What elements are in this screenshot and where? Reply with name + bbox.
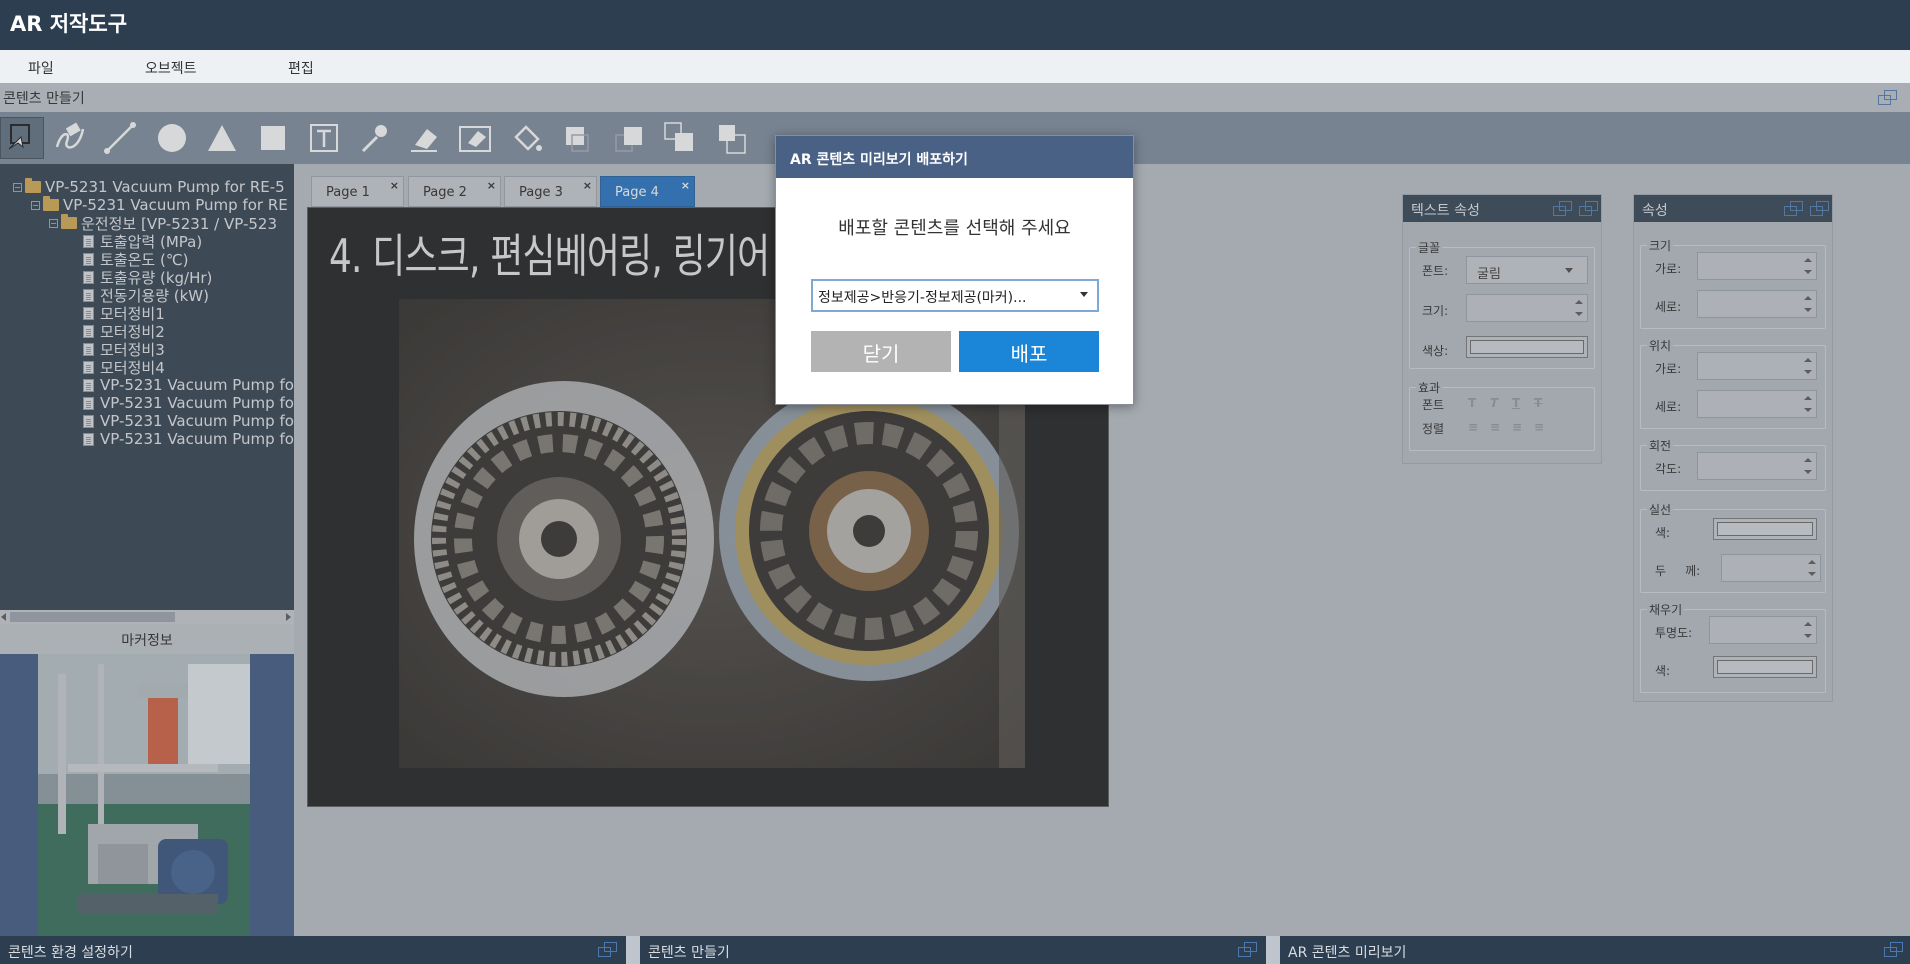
restore-panel-icon[interactable] xyxy=(1884,942,1904,958)
deploy-button[interactable]: 배포 xyxy=(959,331,1099,372)
app-titlebar: AR 저작도구 xyxy=(0,0,1910,50)
app-title: AR 저작도구 xyxy=(10,12,128,36)
dialog-message: 배포할 콘텐츠를 선택해 주세요 xyxy=(838,218,1071,239)
bottom-panel-env[interactable]: 콘텐츠 환경 설정하기 xyxy=(0,936,626,964)
menu-edit[interactable]: 편집 xyxy=(288,58,314,78)
bottom-panel-preview[interactable]: AR 콘텐츠 미리보기 xyxy=(1280,936,1910,964)
chevron-down-icon xyxy=(1080,292,1088,297)
close-button[interactable]: 닫기 xyxy=(811,331,951,372)
restore-panel-icon[interactable] xyxy=(1238,942,1258,958)
menu-bar: 파일 오브젝트 편집 xyxy=(0,50,1910,83)
bottom-bar: 콘텐츠 환경 설정하기 콘텐츠 만들기 AR 콘텐츠 미리보기 xyxy=(0,936,1910,964)
dialog-title: AR 콘텐츠 미리보기 배포하기 xyxy=(776,136,1133,178)
restore-panel-icon[interactable] xyxy=(598,942,618,958)
menu-object[interactable]: 오브젝트 xyxy=(145,58,197,78)
bottom-panel-create[interactable]: 콘텐츠 만들기 xyxy=(640,936,1266,964)
menu-file[interactable]: 파일 xyxy=(28,58,54,78)
deploy-dialog: AR 콘텐츠 미리보기 배포하기 배포할 콘텐츠를 선택해 주세요 정보제공>반… xyxy=(775,135,1134,405)
content-select[interactable]: 정보제공>반응기-정보제공(마커)... xyxy=(811,279,1099,312)
